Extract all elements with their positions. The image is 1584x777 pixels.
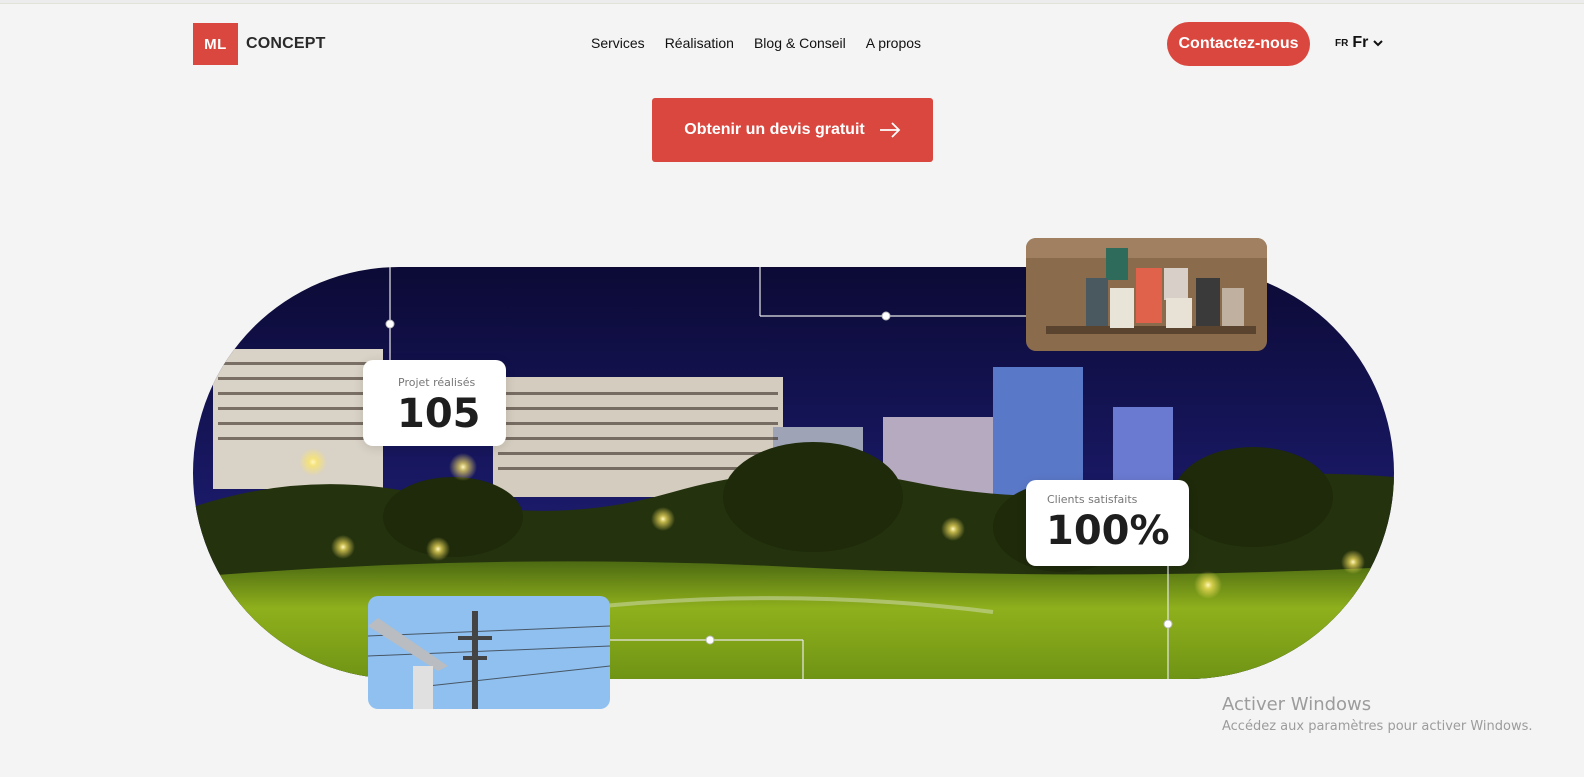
contact-button[interactable]: Contactez-nous [1167, 22, 1310, 66]
stat-label: Projet réalisés [398, 376, 476, 389]
watermark-subtitle: Accédez aux paramètres pour activer Wind… [1222, 719, 1533, 734]
power-line-worker-photo [368, 596, 610, 709]
windows-activation-watermark: Activer Windows Accédez aux paramètres p… [1222, 694, 1533, 734]
nav-about[interactable]: A propos [866, 35, 921, 51]
stat-value: 105 [397, 391, 481, 437]
logo-text: CONCEPT [246, 35, 326, 52]
top-border [0, 0, 1584, 4]
nav-services[interactable]: Services [591, 35, 645, 51]
language-selector[interactable]: FR Fr [1335, 34, 1384, 52]
arrow-right-icon [879, 122, 901, 138]
stat-value: 100% [1046, 508, 1170, 554]
main-nav: Services Réalisation Blog & Conseil A pr… [591, 35, 921, 51]
stat-label: Clients satisfaits [1047, 493, 1138, 506]
quote-cta-label: Obtenir un devis gratuit [684, 121, 865, 138]
language-current: Fr [1352, 34, 1369, 51]
cable-spools-photo [1026, 238, 1267, 351]
stat-card-projects: Projet réalisés 105 [363, 360, 506, 446]
watermark-title: Activer Windows [1222, 694, 1372, 715]
quote-cta-button[interactable]: Obtenir un devis gratuit [652, 98, 933, 162]
stat-card-clients: Clients satisfaits 100% [1026, 480, 1189, 566]
site-logo[interactable]: ML CONCEPT [193, 23, 326, 65]
chevron-down-icon [1373, 40, 1384, 47]
logo-mark: ML [193, 23, 238, 65]
nav-blog[interactable]: Blog & Conseil [754, 35, 846, 51]
nav-realisation[interactable]: Réalisation [665, 35, 734, 51]
language-flag: FR [1335, 37, 1349, 49]
